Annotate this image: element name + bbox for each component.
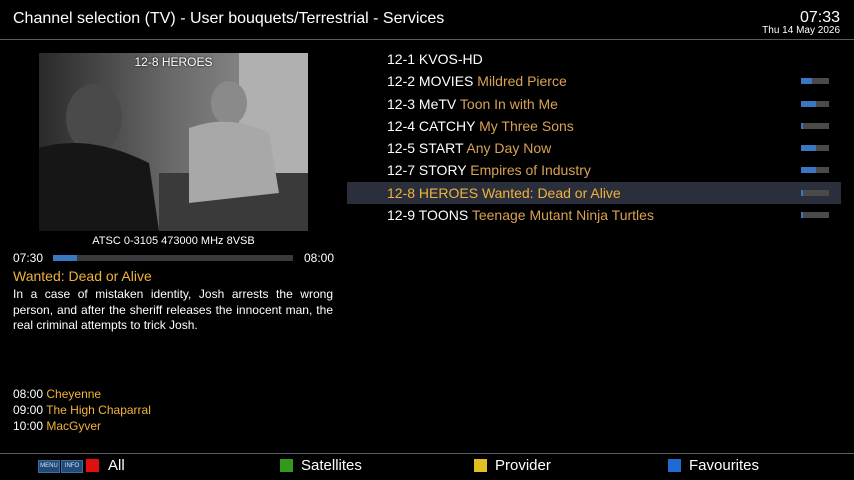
next-event: 08:00 Cheyenne	[13, 386, 151, 402]
channel-number: 12-8	[387, 184, 416, 201]
channel-progress-fill	[801, 122, 804, 129]
next-event-time: 10:00	[13, 419, 44, 433]
channel-progress-fill	[801, 145, 817, 152]
next-event-time: 09:00	[13, 403, 44, 417]
green-key-icon	[280, 459, 293, 472]
channel-list: 12-1 KVOS-HD 12-2 MOVIES Mildred Pierce 12…	[347, 48, 841, 226]
info-button[interactable]: INFO	[61, 460, 83, 473]
event-progress-fill	[53, 255, 77, 261]
blue-key-icon	[668, 459, 681, 472]
red-key-icon	[86, 459, 99, 472]
channel-name: START	[418, 140, 464, 157]
channel-program: Mildred Pierce	[477, 73, 567, 90]
preview-image	[39, 53, 308, 231]
channel-progress-bar	[801, 100, 829, 107]
footer-divider	[0, 453, 854, 454]
event-progress-bar	[53, 255, 293, 261]
yellow-key-icon	[474, 459, 487, 472]
channel-row[interactable]: 12-1 KVOS-HD	[347, 48, 841, 70]
channel-progress-bar	[801, 122, 829, 129]
channel-program: My Three Sons	[479, 117, 574, 134]
channel-name: CATCHY	[418, 117, 476, 134]
channel-program: Toon In with Me	[459, 95, 558, 112]
next-event-title: The High Chaparral	[46, 403, 151, 417]
channel-row[interactable]: 12-4 CATCHY My Three Sons	[347, 115, 841, 137]
next-event-time: 08:00	[13, 387, 44, 401]
provider-button[interactable]: Provider	[495, 457, 551, 474]
event-start-time: 07:30	[13, 251, 44, 265]
channel-progress-fill	[801, 167, 817, 174]
next-event-title: Cheyenne	[46, 387, 102, 401]
channel-progress-bar	[801, 78, 829, 85]
menu-button[interactable]: MENU	[38, 460, 60, 473]
date: Thu 14 May 2026	[762, 25, 840, 36]
channel-name: MeTV	[418, 95, 457, 112]
header-divider	[0, 39, 854, 40]
channel-progress-bar	[801, 189, 829, 196]
channel-name: KVOS-HD	[418, 51, 483, 67]
channel-number: 12-4	[387, 117, 416, 134]
channel-row[interactable]: 12-9 TOONS Teenage Mutant Ninja Turtles	[347, 204, 841, 226]
window-title: Channel selection (TV) - User bouquets/T…	[13, 10, 445, 27]
channel-row[interactable]: 12-8 HEROES Wanted: Dead or Alive	[347, 181, 841, 205]
channel-name: MOVIES	[418, 73, 474, 90]
channel-row[interactable]: 12-3 MeTV Toon In with Me	[347, 93, 841, 115]
channel-name: TOONS	[418, 207, 469, 224]
video-preview	[39, 53, 308, 231]
channel-number: 12-1	[387, 51, 416, 67]
channel-row[interactable]: 12-5 START Any Day Now	[347, 137, 841, 159]
channel-number: 12-5	[387, 140, 416, 157]
channel-row[interactable]: 12-7 STORY Empires of Industry	[347, 159, 841, 181]
event-title: Wanted: Dead or Alive	[13, 268, 152, 284]
channel-program: Empires of Industry	[470, 162, 591, 179]
next-events-list: 08:00 Cheyenne 09:00 The High Chaparral …	[13, 386, 151, 434]
event-description: In a case of mistaken identity, Josh arr…	[13, 287, 333, 332]
channel-number: 12-7	[387, 162, 416, 179]
event-end-time: 08:00	[303, 251, 334, 265]
next-event: 09:00 The High Chaparral	[13, 402, 151, 418]
preview-channel-label: 12-8 HEROES	[134, 55, 213, 69]
channel-progress-fill	[801, 100, 817, 107]
next-event-title: MacGyver	[46, 419, 102, 433]
channel-program: Teenage Mutant Ninja Turtles	[471, 207, 654, 224]
channel-progress-fill	[801, 189, 804, 196]
channel-row[interactable]: 12-2 MOVIES Mildred Pierce	[347, 70, 841, 92]
channel-number: 12-2	[387, 73, 416, 90]
all-button[interactable]: All	[108, 457, 125, 474]
satellites-button[interactable]: Satellites	[301, 457, 362, 474]
channel-name: STORY	[418, 162, 467, 179]
channel-name: HEROES	[418, 184, 479, 201]
channel-program: Any Day Now	[466, 140, 552, 157]
next-event: 10:00 MacGyver	[13, 418, 151, 434]
channel-progress-bar	[801, 167, 829, 174]
tuner-info: ATSC 0-3105 473000 MHz 8VSB	[92, 235, 255, 247]
channel-progress-fill	[801, 78, 813, 85]
channel-progress-bar	[801, 145, 829, 152]
channel-progress-bar	[801, 212, 829, 219]
channel-number: 12-9	[387, 207, 416, 224]
channel-program: Wanted: Dead or Alive	[481, 184, 621, 201]
channel-number: 12-3	[387, 95, 416, 112]
channel-progress-fill	[801, 212, 804, 219]
favourites-button[interactable]: Favourites	[689, 457, 759, 474]
